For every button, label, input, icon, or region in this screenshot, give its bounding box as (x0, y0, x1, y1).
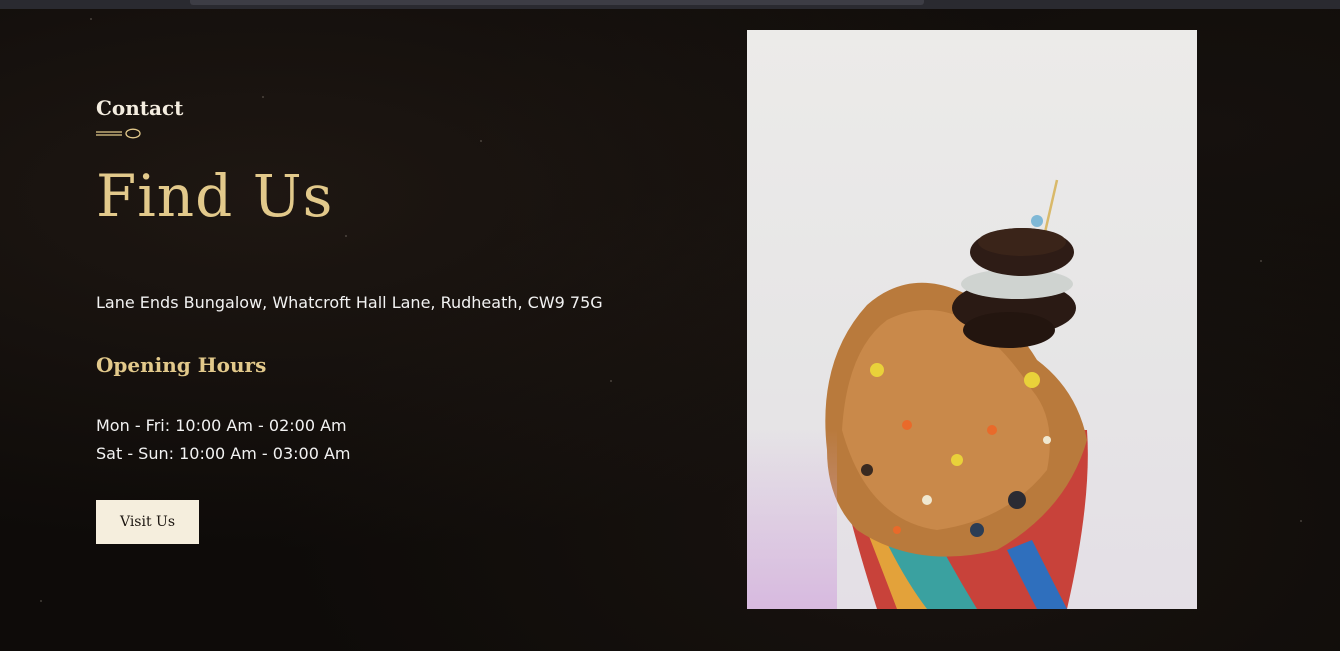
background-grain (1300, 520, 1302, 522)
background-grain (262, 96, 264, 98)
background-grain (480, 140, 482, 142)
spoon-icon (96, 128, 141, 139)
background-grain (345, 235, 347, 237)
browser-scrollbar-thumb[interactable] (190, 0, 924, 5)
hours-weekdays: Mon - Fri: 10:00 Am - 02:00 Am (96, 416, 347, 435)
opening-hours-title: Opening Hours (96, 353, 267, 377)
address-text: Lane Ends Bungalow, Whatcroft Hall Lane,… (96, 293, 603, 312)
photo-shadow (747, 429, 837, 609)
contact-section: Contact Find Us Lane Ends Bungalow, What… (0, 0, 1340, 651)
background-grain (1260, 260, 1262, 262)
background-grain (40, 600, 42, 602)
background-grain (90, 18, 92, 20)
section-label: Contact (96, 96, 184, 120)
ice-cream-photo (747, 30, 1197, 609)
visit-us-button[interactable]: Visit Us (96, 500, 199, 544)
browser-scrollbar-track (0, 0, 1340, 9)
background-grain (610, 380, 612, 382)
hours-weekend: Sat - Sun: 10:00 Am - 03:00 Am (96, 444, 351, 463)
page-title: Find Us (96, 162, 334, 230)
